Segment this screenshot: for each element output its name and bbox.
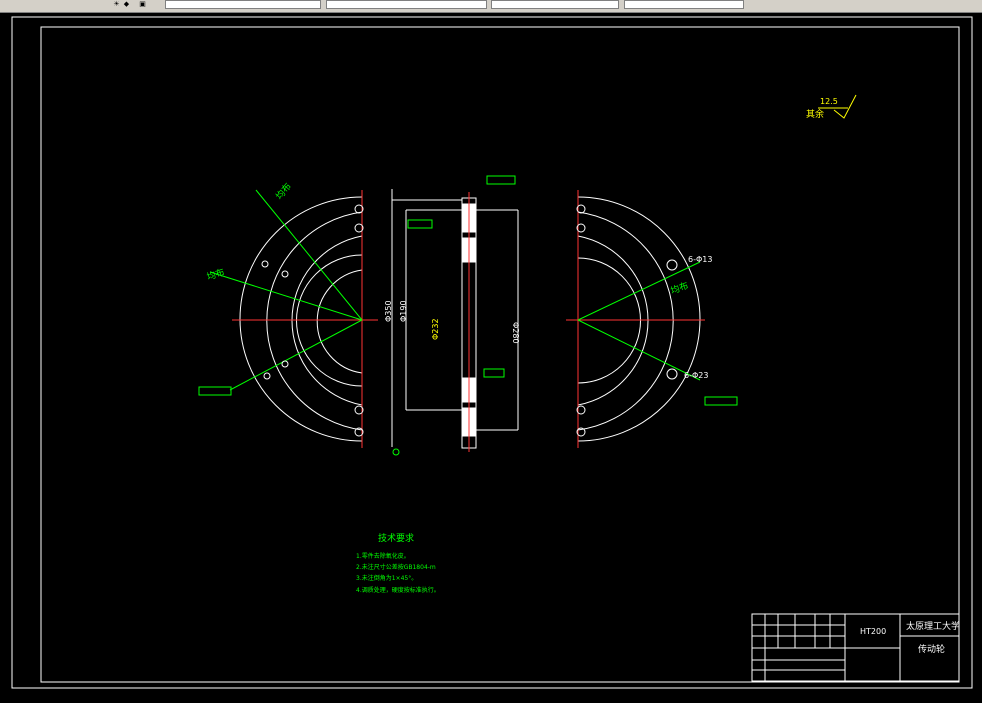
inner-border (40, 26, 960, 683)
left-view: 均布 均布 (198, 180, 378, 448)
dim-232: Φ232 (431, 318, 440, 340)
layer-color-icon[interactable]: ◆ (122, 0, 131, 9)
lineweight-dropdown[interactable] (624, 0, 744, 9)
title-material: HT200 (860, 627, 886, 636)
layer-dropdown[interactable] (165, 0, 321, 9)
tech-req-item-3: 3.未注倒角为1×45°。 (356, 574, 417, 582)
layer-state-icon[interactable]: ☀ (112, 0, 121, 9)
linetype-dropdown[interactable] (491, 0, 619, 9)
layer-lock-icon[interactable]: ▣ (138, 0, 147, 9)
section-view: Φ350 Φ190 Φ232 Φ280 (384, 175, 520, 456)
tech-req-item-1: 1.零件去除氧化皮。 (356, 552, 410, 560)
technical-requirements: 技术要求 1.零件去除氧化皮。 2.未注尺寸公差按GB1804-m 3.未注倒角… (356, 532, 440, 594)
cad-drawing-area[interactable]: 其余 12.5 均布 均布 Φ350 Φ190 Φ232 Φ280 均布 6-Φ… (0, 13, 982, 699)
drawing-svg: 其余 12.5 均布 均布 Φ350 Φ190 Φ232 Φ280 均布 6-Φ… (11, 16, 973, 689)
left-label-a: 均布 (273, 180, 294, 202)
right-label-b: 6-Φ13 (688, 255, 712, 264)
roughness-label: 其余 (806, 108, 824, 120)
dim-280: Φ280 (511, 322, 520, 344)
right-label-c: 6-Φ23 (684, 371, 708, 380)
right-view: 均布 6-Φ13 6-Φ23 (566, 190, 738, 448)
toolbar: ☀ ◆ ▣ (0, 0, 982, 13)
left-label-b: 均布 (205, 266, 226, 283)
tech-req-item-4: 4.调质处理，硬度按标准执行。 (356, 586, 440, 594)
color-dropdown[interactable] (326, 0, 487, 9)
tech-req-title: 技术要求 (378, 532, 414, 544)
dim-350: Φ350 (384, 300, 393, 322)
roughness-value: 12.5 (820, 97, 838, 106)
dim-190: Φ190 (399, 300, 408, 322)
title-school: 太原理工大学 (906, 620, 960, 632)
tech-req-item-2: 2.未注尺寸公差按GB1804-m (356, 563, 436, 571)
plotstyle-dropdown[interactable] (750, 0, 790, 9)
outer-border (11, 16, 973, 689)
title-part-name: 传动轮 (918, 643, 945, 655)
right-label-a: 均布 (669, 279, 690, 296)
